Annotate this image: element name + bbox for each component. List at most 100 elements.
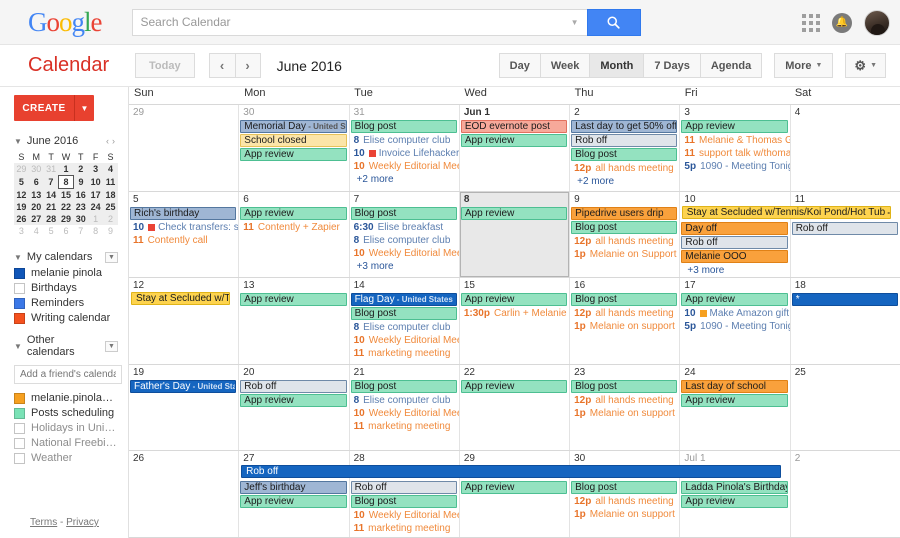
mini-day[interactable]: 27 (28, 213, 44, 225)
create-dropdown-caret[interactable]: ▼ (74, 95, 94, 121)
my-calendar-item[interactable]: Writing calendar (14, 312, 118, 324)
calendar-day-cell[interactable]: 14 Flag Day - United States Blog post 8 Elis… (348, 278, 459, 364)
event-timed[interactable]: 6:30 Elise breakfast (350, 221, 459, 234)
mini-day[interactable]: 30 (73, 213, 89, 225)
next-month-button[interactable]: › (234, 53, 261, 78)
create-button[interactable]: CREATE ▼ (14, 95, 94, 121)
event-chip[interactable]: * (791, 293, 898, 307)
calendar-day-cell[interactable]: 19 Father's Day - United Stat (129, 365, 238, 451)
event-chip[interactable]: Rob off (681, 235, 788, 249)
event-chip[interactable]: Blog post (350, 307, 457, 321)
event-chip[interactable]: Blog post (571, 220, 678, 234)
event-timed[interactable]: 11 support talk w/thomas (680, 147, 789, 160)
calendar-day-cell[interactable]: 29 App review (458, 451, 569, 537)
calendar-day-cell[interactable]: 3 App review 11 Melanie & Thomas Go 11 suppor… (679, 105, 790, 191)
event-timed[interactable]: 10 Weekly Editorial Meeti (350, 334, 459, 347)
event-timed[interactable]: 11 marketing meeting (350, 347, 459, 360)
my-calendar-item[interactable]: Birthdays (14, 282, 118, 294)
event-timed[interactable]: 12p all hands meeting (570, 162, 679, 175)
event-timed[interactable]: 11 Contently + Zapier (239, 221, 348, 234)
calendar-day-cell[interactable]: 20 Rob off App review (238, 364, 348, 451)
event-chip[interactable]: Last day of school (681, 379, 788, 393)
calendar-day-cell[interactable]: 22 App review (458, 364, 569, 451)
event-timed[interactable]: 8 Elise computer club (350, 394, 459, 407)
calendar-day-cell[interactable]: 31 Blog post 8 Elise computer club 10 Invoice… (348, 105, 459, 191)
view-tab-7days[interactable]: 7 Days (643, 53, 700, 78)
my-calendar-item[interactable]: melanie pinola (14, 267, 118, 279)
view-tab-week[interactable]: Week (539, 53, 590, 78)
mini-day[interactable]: 29 (14, 163, 29, 176)
event-chip[interactable]: Pipedrive users drip (571, 206, 678, 220)
calendar-day-cell[interactable]: 9 Pipedrive users drip Blog post 12p all han… (569, 191, 679, 278)
mini-day[interactable]: 4 (29, 225, 44, 237)
event-timed[interactable]: 12p all hands meeting (570, 394, 679, 407)
mini-day[interactable]: 14 (43, 188, 59, 201)
event-chip[interactable]: Day off (681, 221, 788, 235)
calendar-day-cell[interactable]: 15App review1:30pCarlin + Melanie ch (458, 278, 569, 364)
mini-day[interactable]: 25 (103, 201, 118, 213)
more-events-link[interactable]: +3 more (350, 260, 459, 273)
calendar-day-cell[interactable]: 4 (789, 105, 900, 191)
settings-button[interactable]: ⚙ ▼ (845, 53, 886, 78)
mini-day[interactable]: 16 (73, 188, 89, 201)
more-events-link[interactable]: +2 more (570, 175, 679, 188)
calendar-day-cell[interactable]: 29 (129, 105, 238, 191)
event-timed[interactable]: 1p Melanie on support (570, 508, 679, 521)
calendar-day-cell[interactable]: 23 Blog post 12p all hands meeting 1p Melanie… (569, 364, 679, 451)
calendar-day-cell[interactable]: 24 Last day of school App review (679, 364, 789, 451)
event-timed[interactable]: 10 Invoice Lifehacker (350, 147, 459, 160)
mini-day[interactable]: 12 (14, 188, 29, 201)
mini-day[interactable]: 31 (43, 163, 59, 176)
event-chip[interactable]: Jeff's birthday (240, 481, 347, 495)
calendar-day-cell[interactable]: 16 Blog post 12p all hands meeting 1p Melanie… (569, 278, 679, 364)
other-calendar-item[interactable]: National Freebie Days (14, 437, 118, 449)
event-timed[interactable]: 1:30pCarlin + Melanie ch (460, 307, 569, 320)
event-chip[interactable]: Ladda Pinola's Birthday (681, 481, 788, 495)
calendar-day-cell[interactable]: 25 (789, 364, 900, 451)
calendar-day-cell[interactable]: 2 (789, 451, 900, 537)
mini-day[interactable]: 20 (28, 201, 44, 213)
other-calendar-item[interactable]: Weather (14, 452, 118, 464)
calendar-day-cell[interactable]: 13 App review (238, 278, 348, 364)
event-chip[interactable]: Blog post (350, 379, 457, 393)
event-chip[interactable]: Blog post (571, 481, 678, 495)
mini-day[interactable]: 4 (103, 163, 118, 176)
calendar-color-swatch[interactable] (14, 407, 25, 419)
view-tab-day[interactable]: Day (498, 53, 540, 78)
event-timed[interactable]: 10 Make Amazon gift ca (680, 307, 789, 320)
mini-day[interactable]: 24 (88, 201, 104, 213)
event-chip[interactable]: Rob off (350, 481, 457, 495)
calendar-day-cell[interactable]: 18 * (789, 278, 900, 364)
event-timed[interactable]: 11 Contently call (129, 234, 238, 247)
mini-day[interactable]: 9 (103, 225, 118, 237)
calendar-color-swatch[interactable] (14, 297, 25, 309)
event-chip[interactable]: Blog post (350, 120, 457, 133)
calendar-color-swatch[interactable] (14, 437, 25, 449)
mini-day-today[interactable]: 8 (58, 175, 74, 189)
event-timed[interactable]: 10 Weekly Editorial Meeti (350, 247, 459, 260)
calendar-color-swatch[interactable] (14, 392, 25, 404)
event-timed[interactable]: 5p 1090 - Meeting Tonigh (680, 320, 789, 333)
event-chip[interactable]: App review (681, 393, 788, 407)
collapse-triangle-icon[interactable]: ▼ (14, 253, 22, 262)
notifications-bell-icon[interactable]: 🔔 (832, 12, 852, 33)
mini-day[interactable]: 2 (103, 213, 118, 225)
apps-grid-icon[interactable] (802, 13, 820, 32)
multi-day-event-bar[interactable]: Stay at Secluded w/Ter (131, 292, 231, 306)
calendar-day-cell[interactable]: 27 Jeff's birthday App review (238, 451, 348, 537)
calendar-color-swatch[interactable] (14, 282, 25, 294)
mini-day[interactable]: 8 (88, 225, 103, 237)
view-tab-month[interactable]: Month (589, 53, 644, 78)
event-chip[interactable]: Melanie OOO (681, 249, 788, 263)
mini-day[interactable]: 10 (88, 175, 104, 189)
event-chip[interactable]: App review (460, 293, 568, 307)
event-chip[interactable]: App review (240, 293, 347, 307)
event-timed[interactable]: 1p Melanie on support (570, 407, 679, 420)
calendar-day-cell[interactable]: 26 (129, 451, 238, 537)
event-chip[interactable]: App review (681, 293, 788, 307)
event-timed[interactable]: 8 Elise computer club (350, 134, 459, 147)
calendar-color-swatch[interactable] (14, 422, 25, 434)
other-calendar-item[interactable]: Holidays in United Sta... (14, 422, 118, 434)
event-chip[interactable]: School closed (240, 134, 347, 147)
mini-day[interactable]: 2 (73, 163, 89, 176)
